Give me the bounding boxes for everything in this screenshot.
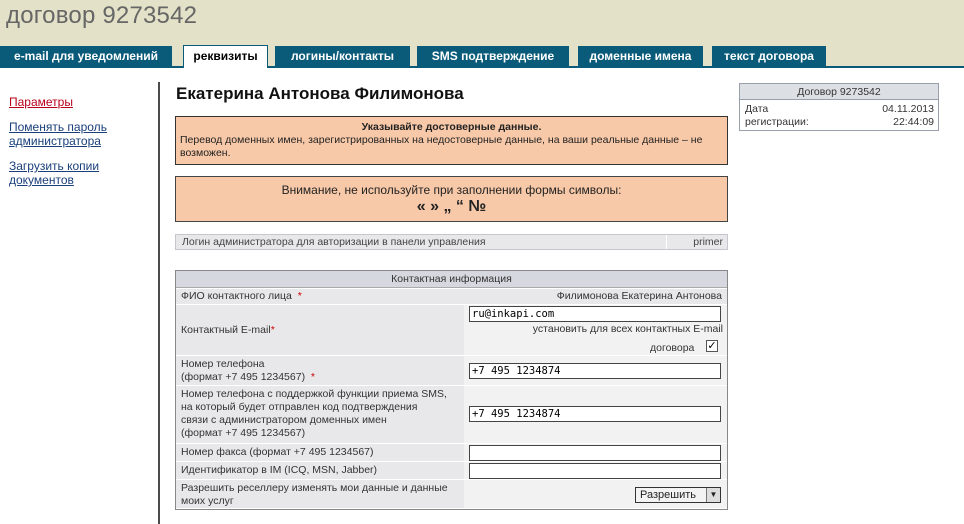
reseller-label-line1: Разрешить реселлеру изменять мои данные …	[181, 482, 448, 494]
sms-label-line3: связи с администратором доменных имен	[181, 414, 387, 426]
reseller-label-line2: моих услуг	[181, 495, 234, 507]
sms-phone-row: Номер телефона с поддержкой функции прие…	[176, 386, 727, 444]
im-label: Идентификатор в IM (ICQ, MSN, Jabber)	[181, 464, 378, 476]
symbols-notice: Внимание, не используйте при заполнении …	[175, 176, 728, 222]
tab-sms-confirmation[interactable]: SMS подтверждение	[417, 46, 569, 67]
email-row: Контактный E-mail* ru@inkapi.com установ…	[176, 305, 727, 356]
tab-logins-contacts[interactable]: логины/контакты	[275, 46, 410, 67]
email-label: Контактный E-mail	[181, 324, 271, 336]
admin-login-row: Логин администратора для авторизации в п…	[175, 234, 728, 250]
admin-login-value: primer	[693, 236, 723, 248]
chevron-down-icon[interactable]: ▼	[706, 488, 720, 502]
required-mark: *	[297, 290, 302, 302]
cell-separator	[666, 235, 667, 249]
reseller-permission-select[interactable]: Разрешить ▼	[635, 487, 721, 503]
sidebar-item-upload-documents[interactable]: Загрузить копии документов	[9, 159, 109, 187]
sidebar-divider	[158, 82, 160, 524]
symbols-notice-text: Внимание, не используйте при заполнении …	[281, 183, 622, 197]
tab-contract-text[interactable]: текст договора	[712, 46, 826, 67]
sidebar: Параметры Поменять пароль администратора…	[9, 95, 149, 198]
sidebar-item-change-password[interactable]: Поменять пароль администратора	[9, 120, 119, 148]
registration-date-label: Дата	[745, 103, 769, 115]
phone-input[interactable]: +7 495 1234874	[469, 363, 721, 379]
header: договор 9273542 e-mail для уведомлений р…	[0, 0, 964, 68]
warning-title: Указывайте достоверные данные.	[361, 121, 542, 133]
fax-row: Номер факса (формат +7 495 1234567)	[176, 444, 727, 462]
required-mark: *	[270, 324, 275, 336]
fax-input[interactable]	[469, 445, 721, 461]
contact-info-table: Контактная информация ФИО контактного ли…	[175, 270, 728, 510]
sms-label-line1: Номер телефона с поддержкой функции прие…	[181, 388, 447, 400]
email-input[interactable]: ru@inkapi.com	[469, 306, 721, 322]
contract-info-box: Договор 9273542 Дата регистрации: 04.11.…	[739, 83, 939, 131]
contact-info-header: Контактная информация	[176, 271, 727, 288]
reseller-row: Разрешить реселлеру изменять мои данные …	[176, 480, 727, 509]
fio-value: Филимонова Екатерина Антонова	[556, 290, 722, 302]
im-input[interactable]	[469, 463, 721, 479]
im-row: Идентификатор в IM (ICQ, MSN, Jabber)	[176, 462, 727, 480]
reseller-permission-value: Разрешить	[640, 489, 696, 501]
page-title: договор 9273542	[6, 2, 198, 29]
set-all-emails-label-2: договора	[650, 342, 695, 354]
fax-label: Номер факса (формат +7 495 1234567)	[181, 446, 374, 458]
contract-info-header: Договор 9273542	[740, 84, 938, 100]
phone-label-line1: Номер телефона	[181, 358, 265, 370]
set-all-emails-label: установить для всех контактных E-mail	[532, 323, 723, 335]
required-mark: *	[310, 371, 316, 383]
phone-label-line2: (формат +7 495 1234567)	[181, 371, 306, 383]
phone-row: Номер телефона (формат +7 495 1234567) *…	[176, 356, 727, 386]
tab-bar: e-mail для уведомлений реквизиты логины/…	[0, 45, 964, 68]
sms-label-line2: на который будет отправлен код подтвержд…	[181, 401, 418, 413]
fio-row: ФИО контактного лица * Филимонова Екатер…	[176, 289, 727, 305]
tab-email-notifications[interactable]: e-mail для уведомлений	[0, 46, 172, 67]
set-all-emails-checkbox[interactable]: ✓	[706, 340, 718, 352]
sms-phone-input[interactable]: +7 495 1234874	[469, 406, 721, 422]
sidebar-item-parameters[interactable]: Параметры	[9, 95, 149, 109]
registration-date-label-2: регистрации:	[745, 116, 809, 128]
fio-label: ФИО контактного лица	[181, 290, 292, 302]
tab-requisites[interactable]: реквизиты	[183, 45, 268, 68]
tab-domain-names[interactable]: доменные имена	[578, 46, 703, 67]
person-name: Екатерина Антонова Филимонова	[176, 84, 464, 103]
warning-body: Перевод доменных имен, зарегистрированны…	[180, 134, 703, 159]
admin-login-label: Логин администратора для авторизации в п…	[182, 236, 486, 248]
registration-date: 04.11.2013	[882, 103, 934, 115]
sms-label-line4: (формат +7 495 1234567)	[181, 427, 306, 439]
warning-notice: Указывайте достоверные данные. Перевод д…	[175, 116, 728, 165]
forbidden-symbols: « » „ “ №	[416, 198, 487, 215]
registration-time: 22:44:09	[893, 116, 934, 128]
